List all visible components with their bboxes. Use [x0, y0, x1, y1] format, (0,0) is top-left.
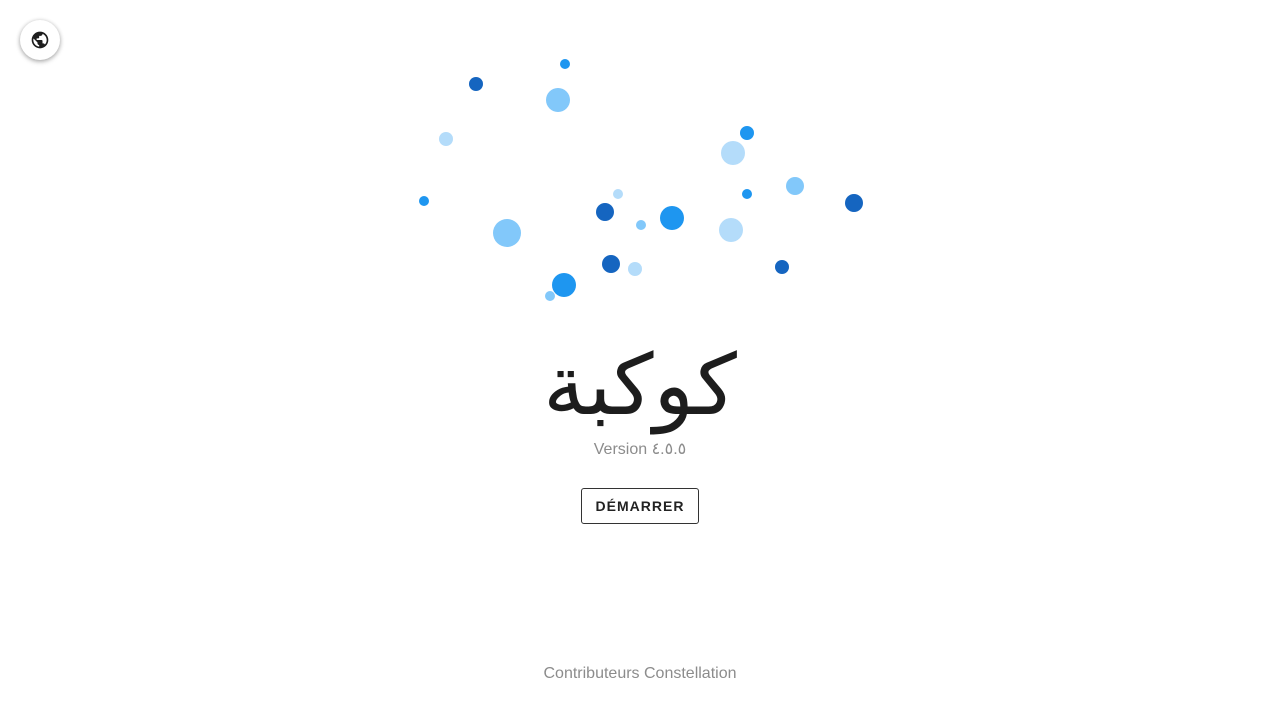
- footer-credits: Contributeurs Constellation: [543, 665, 737, 682]
- constellation-dot: [419, 196, 429, 206]
- welcome-screen: كوكبة Version ٤.٥.٥ DÉMARRER Contributeu…: [0, 0, 1280, 720]
- constellation-dot: [613, 189, 623, 199]
- app-title: كوكبة: [543, 336, 737, 434]
- constellation-dot: [602, 255, 620, 273]
- constellation-dot: [845, 194, 863, 212]
- constellation-dot: [545, 291, 555, 301]
- constellation-dot: [546, 88, 570, 112]
- constellation-dot: [560, 59, 570, 69]
- constellation-dot: [552, 273, 576, 297]
- constellation-dot: [721, 141, 745, 165]
- constellation-dot: [775, 260, 789, 274]
- constellation-dot: [660, 206, 684, 230]
- constellation-dot: [719, 218, 743, 242]
- constellation-dot: [742, 189, 752, 199]
- constellation-dot: [636, 220, 646, 230]
- constellation-dot: [469, 77, 483, 91]
- app-version: Version ٤.٥.٥: [593, 441, 687, 458]
- constellation-dot: [439, 132, 453, 146]
- constellation-dot: [740, 126, 754, 140]
- constellation-dot: [596, 203, 614, 221]
- constellation-dot: [493, 219, 521, 247]
- constellation-logo: [419, 59, 863, 301]
- constellation-dot: [786, 177, 804, 195]
- start-button[interactable]: DÉMARRER: [581, 488, 699, 524]
- constellation-dot: [628, 262, 642, 276]
